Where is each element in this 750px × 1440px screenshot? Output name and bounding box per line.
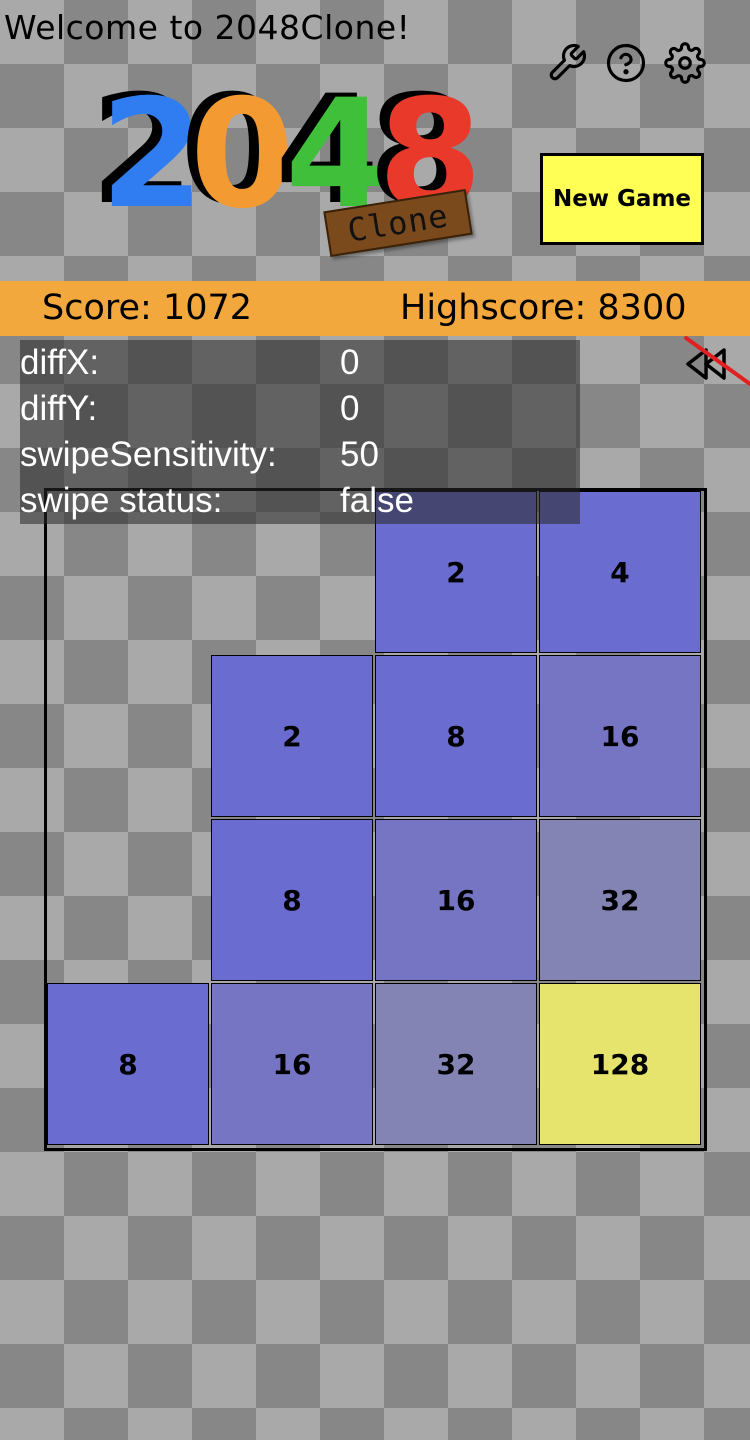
debug-value: 50 <box>340 435 379 474</box>
tile: 32 <box>539 819 701 981</box>
tile: 8 <box>375 655 537 817</box>
tile: 16 <box>539 655 701 817</box>
debug-value: false <box>340 481 414 520</box>
undo-button[interactable] <box>680 336 750 388</box>
tile: 2 <box>211 655 373 817</box>
new-game-button[interactable]: New Game <box>540 153 704 245</box>
debug-value: 0 <box>340 343 360 382</box>
welcome-text: Welcome to 2048Clone! <box>4 8 411 47</box>
debug-key: diffX: <box>20 343 100 382</box>
tile: 16 <box>375 819 537 981</box>
debug-row-swipe-status: swipe status: false <box>20 478 580 524</box>
tile: 32 <box>375 983 537 1145</box>
tile: 16 <box>211 983 373 1145</box>
debug-value: 0 <box>340 389 360 428</box>
rewind-icon <box>684 336 750 386</box>
tile: 8 <box>47 983 209 1145</box>
debug-overlay: diffX: 0 diffY: 0 swipeSensitivity: 50 s… <box>20 340 580 524</box>
wrench-icon[interactable] <box>544 40 590 86</box>
score-label: Score: 1072 <box>42 288 253 328</box>
debug-key: swipeSensitivity: <box>20 435 277 474</box>
game-board[interactable]: 2 4 2 8 16 8 16 32 8 16 32 128 <box>44 488 707 1151</box>
gear-icon[interactable] <box>662 40 708 86</box>
debug-row-diffx: diffX: 0 <box>20 340 580 386</box>
debug-key: swipe status: <box>20 481 223 520</box>
help-icon[interactable] <box>603 40 649 86</box>
debug-key: diffY: <box>20 389 98 428</box>
tile: 8 <box>211 819 373 981</box>
game-logo: 2 2 0 0 4 4 8 8 <box>80 76 482 280</box>
debug-row-diffy: diffY: 0 <box>20 386 580 432</box>
debug-row-swipe-sensitivity: swipeSensitivity: 50 <box>20 432 580 478</box>
tile: 128 <box>539 983 701 1145</box>
highscore-label: Highscore: 8300 <box>400 288 687 328</box>
